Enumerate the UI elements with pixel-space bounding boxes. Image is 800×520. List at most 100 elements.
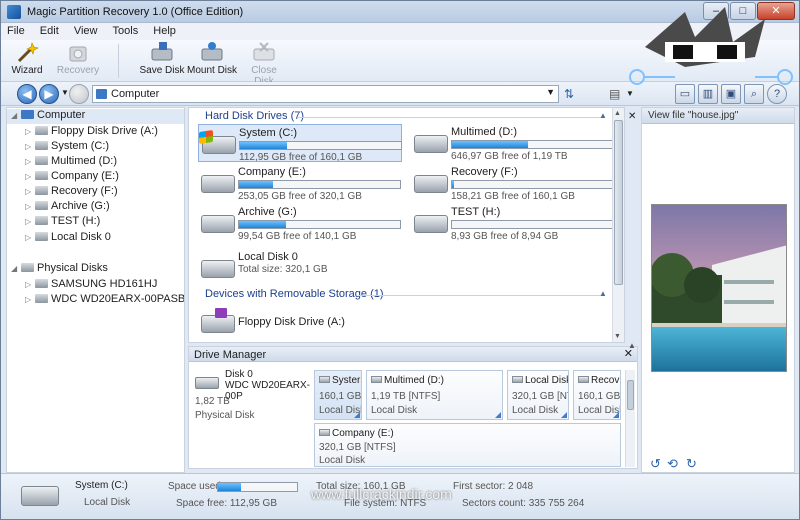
tree-item-archive[interactable]: ▷ Archive (G:)	[25, 200, 110, 215]
disk-model: WDC WD20EARX-00P	[225, 380, 311, 402]
rotate-left-icon[interactable]: ↺	[650, 456, 661, 472]
menu-file[interactable]: File	[1, 23, 31, 37]
disk-free: 8,93 GB free of 8,94 GB	[451, 231, 559, 242]
disk-card-recovery[interactable]: Recovery (F:) 158,21 GB free of 160,1 GB	[411, 164, 615, 202]
recovery-button[interactable]: Recovery	[56, 41, 100, 81]
partition-multimed[interactable]: Multimed (D:) 1,19 TB [NTFS] Local Disk	[366, 370, 503, 420]
address-field[interactable]: Computer ▼	[92, 85, 559, 103]
windows-icon	[199, 130, 213, 144]
usage-bar	[451, 180, 614, 189]
tree-item-local-disk[interactable]: ▷ Local Disk 0	[25, 231, 111, 246]
partition-corner-icon	[495, 412, 501, 418]
partition-local-disk[interactable]: Local Disk 320,1 GB [NTI Local Disk	[507, 370, 569, 420]
menu-view[interactable]: View	[68, 23, 104, 37]
tree-item-label: Multimed (D:)	[51, 155, 118, 167]
tree-item-company[interactable]: ▷ Company (E:)	[25, 170, 119, 185]
save-disk-label: Save Disk	[139, 65, 185, 76]
tree-root-physical[interactable]: ◢ Physical Disks	[11, 262, 108, 277]
removable-heading: Devices with Removable Storage (1)	[205, 288, 384, 300]
expand-icon[interactable]: ▷	[25, 202, 35, 211]
forward-button[interactable]: ▶	[39, 84, 59, 104]
partition-type: Local Disk	[512, 405, 559, 416]
expand-icon[interactable]: ▷	[25, 142, 35, 151]
expand-icon[interactable]: ▷	[25, 280, 35, 289]
status-disk-name: System (C:)	[75, 480, 128, 491]
close-list-icon[interactable]: ✕	[628, 111, 636, 122]
rotate-right-icon[interactable]: ↻	[686, 456, 697, 472]
rotate-both-icon[interactable]: ⟲	[667, 456, 678, 472]
disk-name: TEST (H:)	[451, 206, 501, 218]
expand-icon[interactable]: ▷	[25, 217, 35, 226]
tree-item-test[interactable]: ▷ TEST (H:)	[25, 215, 100, 230]
hdd-icon	[414, 215, 448, 233]
view-mode-icon[interactable]: ▤	[609, 87, 620, 101]
tree-item-multimed[interactable]: ▷ Multimed (D:)	[25, 155, 117, 170]
disk-list-scrollbar[interactable]: ▲ ▼	[612, 108, 624, 342]
address-dropdown-icon[interactable]: ▼	[546, 87, 555, 97]
physical-disk-card[interactable]: Disk 0 WDC WD20EARX-00P 1,82 TB Physical…	[193, 367, 311, 423]
partition-size: 320,1 GB [NTI	[512, 391, 568, 402]
window-title: Magic Partition Recovery 1.0 (Office Edi…	[27, 6, 244, 18]
tree-item-wdc[interactable]: ▷ WDC WD20EARX-00PASB0	[25, 293, 184, 308]
history-dropdown-icon[interactable]: ▼	[61, 88, 69, 97]
collapse-section-icon[interactable]: ▲	[599, 111, 607, 120]
usage-bar	[238, 220, 401, 229]
disk-card-test[interactable]: TEST (H:) 8,93 GB free of 8,94 GB	[411, 204, 615, 242]
app-window: Magic Partition Recovery 1.0 (Office Edi…	[0, 0, 800, 520]
collapse-icon[interactable]: ◢	[11, 264, 21, 273]
expand-icon[interactable]: ▷	[25, 295, 35, 304]
partition-recovery[interactable]: Recov 160,1 GB Local Disk	[573, 370, 621, 420]
partition-system[interactable]: Syster 160,1 GB Local Disk	[314, 370, 362, 420]
disk-card-system[interactable]: System (C:) 112,95 GB free of 160,1 GB	[198, 124, 402, 163]
tree-item-samsung[interactable]: ▷ SAMSUNG HD161HJ	[25, 278, 157, 293]
drive-icon	[35, 171, 48, 180]
expand-icon[interactable]: ▷	[25, 157, 35, 166]
expand-icon[interactable]: ▷	[25, 127, 35, 136]
partition-type: Local Disk	[371, 405, 418, 416]
expand-icon[interactable]: ▷	[25, 172, 35, 181]
close-disk-button[interactable]: Close Disk	[241, 41, 287, 87]
collapse-section-icon[interactable]: ▲	[599, 289, 607, 298]
expand-pane-icon[interactable]: ▲	[628, 341, 636, 350]
scroll-up-icon[interactable]: ▲	[614, 110, 621, 117]
disk-name: Multimed (D:)	[451, 126, 518, 138]
disk-name: Local Disk 0	[238, 251, 298, 263]
up-button[interactable]	[69, 84, 89, 104]
usage-fill	[452, 181, 454, 188]
drive-manager-scrollbar[interactable]	[625, 370, 635, 467]
disk-card-multimed[interactable]: Multimed (D:) 646,97 GB free of 1,19 TB	[411, 124, 615, 162]
menu-edit[interactable]: Edit	[34, 23, 65, 37]
back-button[interactable]: ◀	[17, 84, 37, 104]
partition-company[interactable]: Company (E:) 320,1 GB [NTFS] Local Disk	[314, 423, 621, 467]
disk-size: 1,82 TB	[195, 396, 230, 407]
mount-disk-label: Mount Disk	[187, 65, 238, 76]
tree-item-system[interactable]: ▷ System (C:)	[25, 140, 109, 155]
mount-disk-button[interactable]: Mount Disk	[187, 41, 237, 81]
expand-icon[interactable]: ▷	[25, 233, 35, 242]
save-disk-button[interactable]: Save Disk	[139, 41, 185, 81]
tree-root-computer[interactable]: ◢ Computer	[7, 109, 184, 124]
expand-icon[interactable]: ▷	[25, 187, 35, 196]
partition-type: Local Disk	[319, 455, 366, 466]
disk-card-archive[interactable]: Archive (G:) 99,54 GB free of 140,1 GB	[198, 204, 402, 242]
disk-card-floppy[interactable]: Floppy Disk Drive (A:)	[198, 304, 402, 342]
tree-item-label: Company (E:)	[51, 170, 119, 182]
scroll-thumb[interactable]	[627, 380, 634, 410]
refresh-icon[interactable]: ⇅	[564, 87, 574, 101]
disk-card-local-disk[interactable]: Local Disk 0 Total size: 320,1 GB	[198, 249, 402, 287]
menu-tools[interactable]: Tools	[107, 23, 145, 37]
scroll-down-icon[interactable]: ▼	[614, 333, 621, 340]
space-used-bar	[217, 482, 298, 492]
house-photo	[651, 204, 787, 372]
floppy-disk-icon	[215, 308, 227, 318]
menu-help[interactable]: Help	[147, 23, 182, 37]
tree-item-recovery[interactable]: ▷ Recovery (F:)	[25, 185, 118, 200]
scroll-thumb[interactable]	[614, 120, 623, 285]
tree-root-label: Computer	[37, 109, 86, 121]
collapse-icon[interactable]: ◢	[11, 111, 21, 120]
tree-item-floppy[interactable]: ▷ Floppy Disk Drive (A:)	[25, 125, 158, 140]
usage-bar	[239, 141, 402, 150]
partition-size: 160,1 GB	[319, 391, 362, 402]
wizard-button[interactable]: Wizard	[7, 41, 47, 81]
disk-card-company[interactable]: Company (E:) 253,05 GB free of 320,1 GB	[198, 164, 402, 202]
